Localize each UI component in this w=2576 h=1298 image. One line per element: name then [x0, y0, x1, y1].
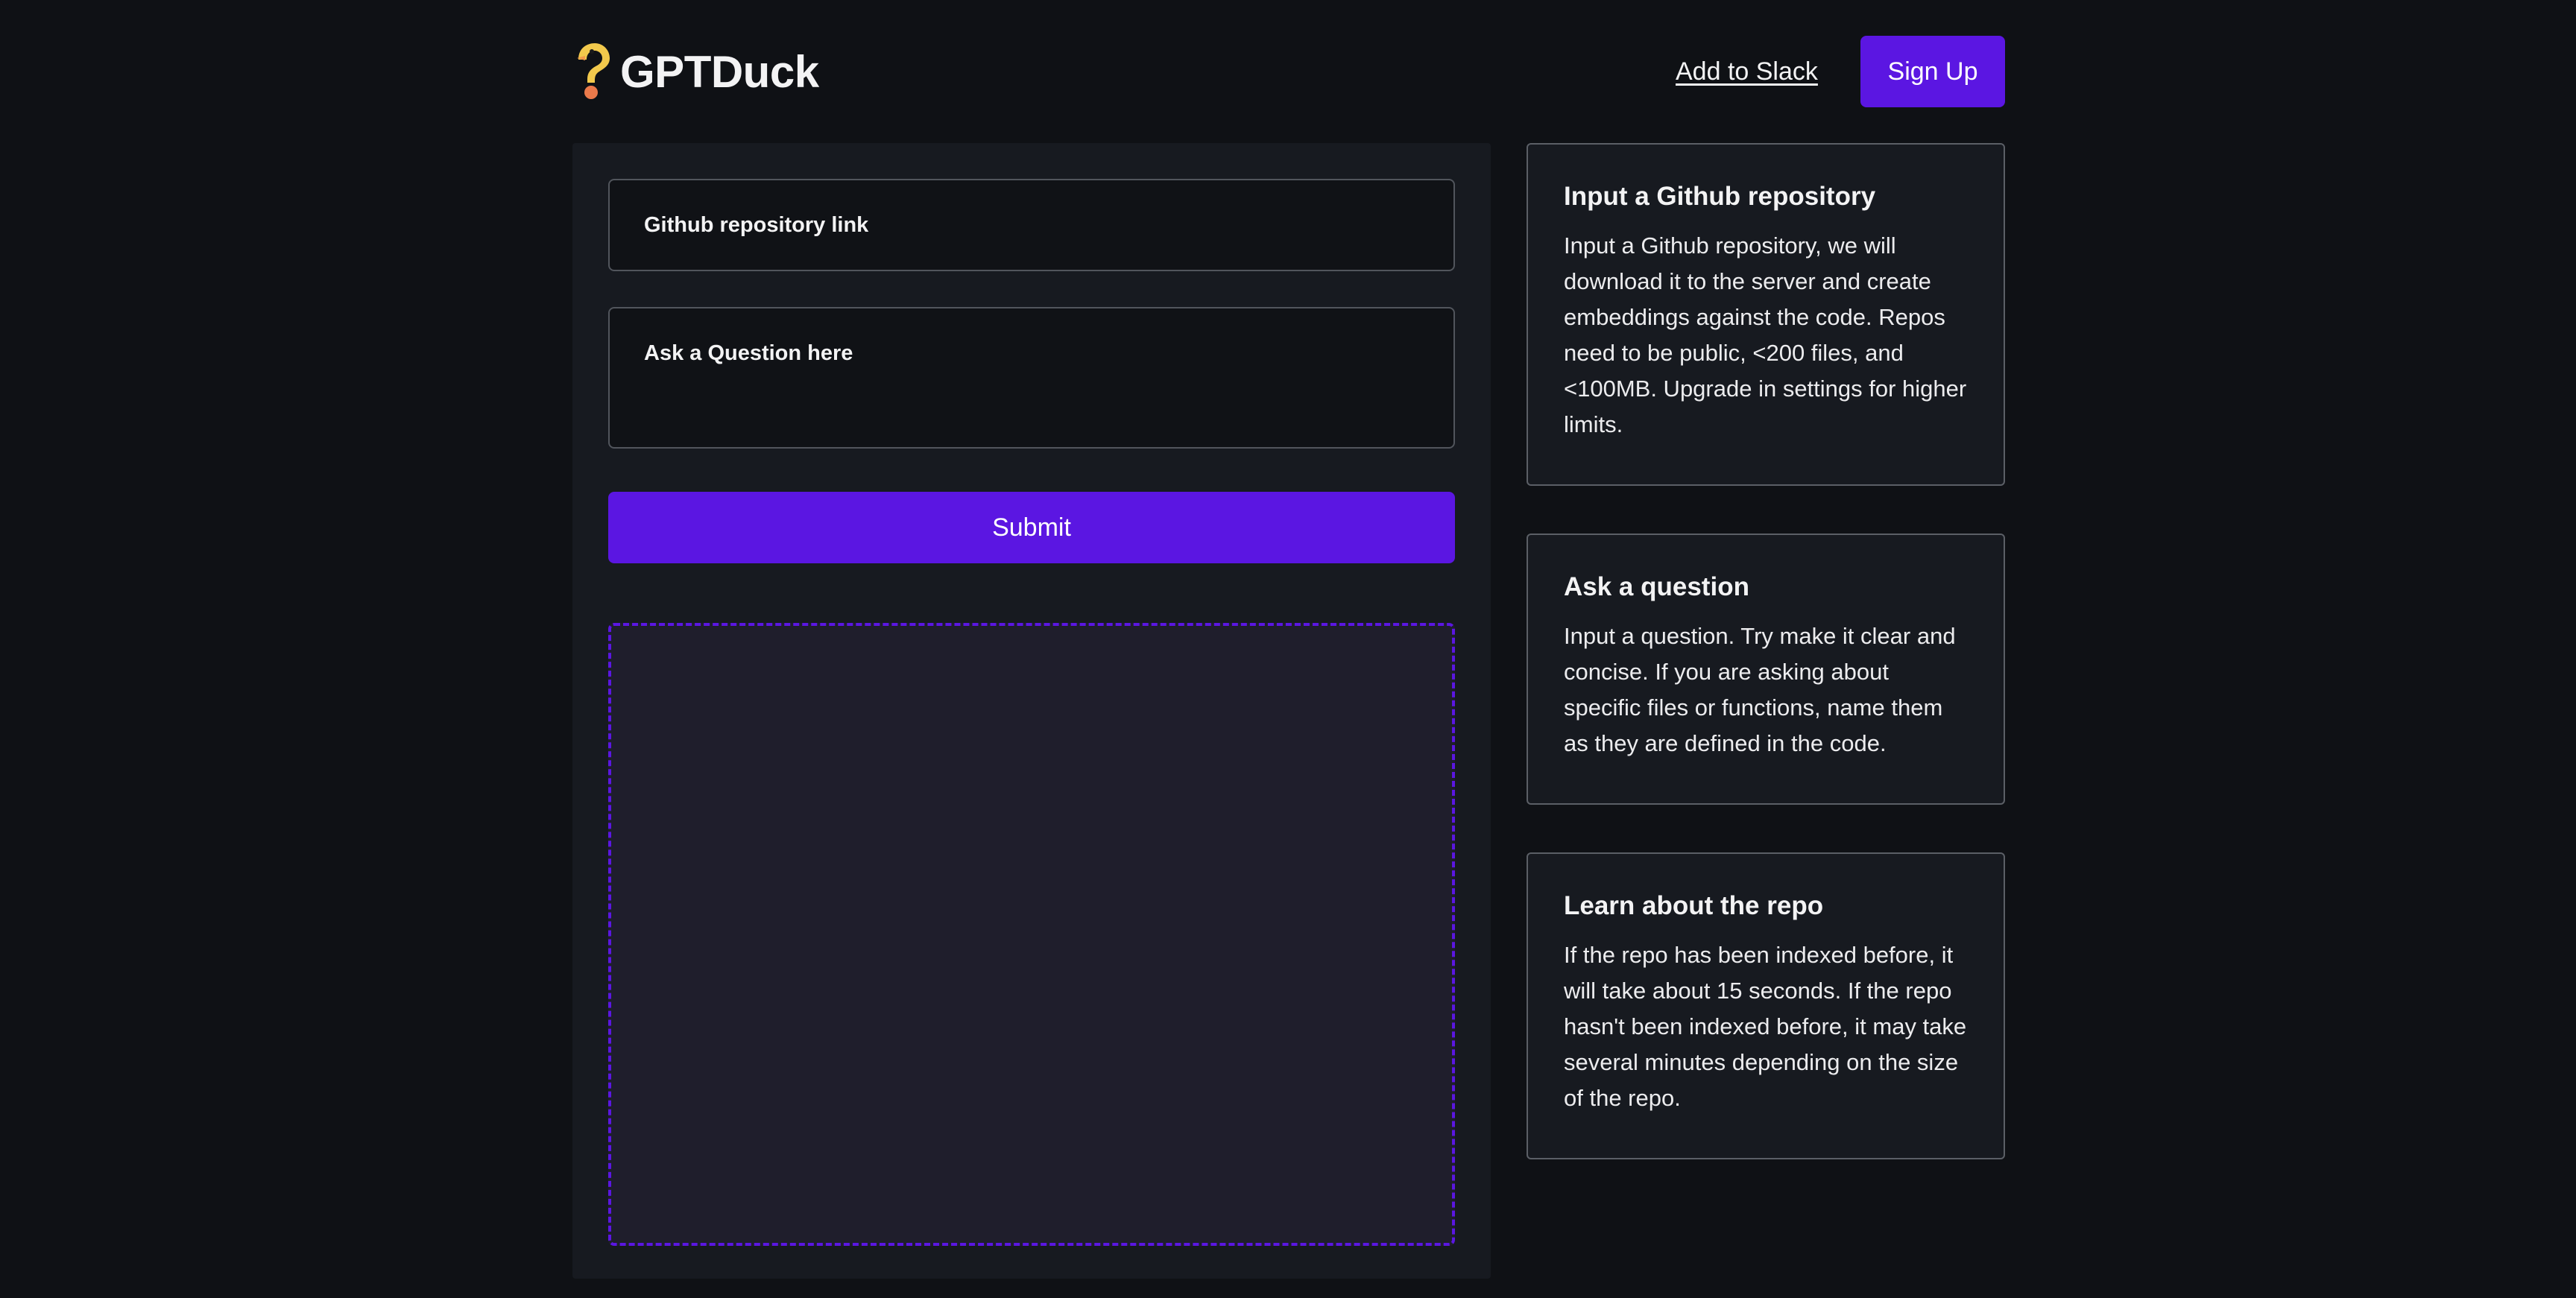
info-card-question: Ask a question Input a question. Try mak… — [1527, 534, 2005, 805]
info-card-repository: Input a Github repository Input a Github… — [1527, 143, 2005, 486]
card-title: Ask a question — [1564, 572, 1749, 601]
info-card-learn: Learn about the repo If the repo has bee… — [1527, 852, 2005, 1159]
card-body: If the repo has been indexed before, it … — [1564, 942, 1967, 1111]
card-body: Input a question. Try make it clear and … — [1564, 623, 1956, 756]
card-body: Input a Github repository, we will downl… — [1564, 232, 1967, 437]
question-input[interactable]: Ask a Question here — [608, 307, 1455, 449]
sign-up-button[interactable]: Sign Up — [1860, 36, 2005, 107]
repo-link-input[interactable]: Github repository link — [608, 179, 1455, 271]
add-to-slack-link[interactable]: Add to Slack — [1676, 36, 1818, 107]
card-title: Learn about the repo — [1564, 891, 1824, 920]
brand-name: GPTDuck — [620, 46, 819, 97]
card-title: Input a Github repository — [1564, 182, 1876, 211]
brand-logo[interactable]: GPTDuck — [572, 36, 819, 107]
submit-button[interactable]: Submit — [608, 492, 1455, 563]
duck-question-icon — [572, 42, 611, 101]
top-header: GPTDuck Add to Slack Sign Up — [572, 36, 2005, 107]
query-panel: Github repository link Ask a Question he… — [572, 143, 1491, 1279]
answer-output-area — [608, 623, 1455, 1246]
